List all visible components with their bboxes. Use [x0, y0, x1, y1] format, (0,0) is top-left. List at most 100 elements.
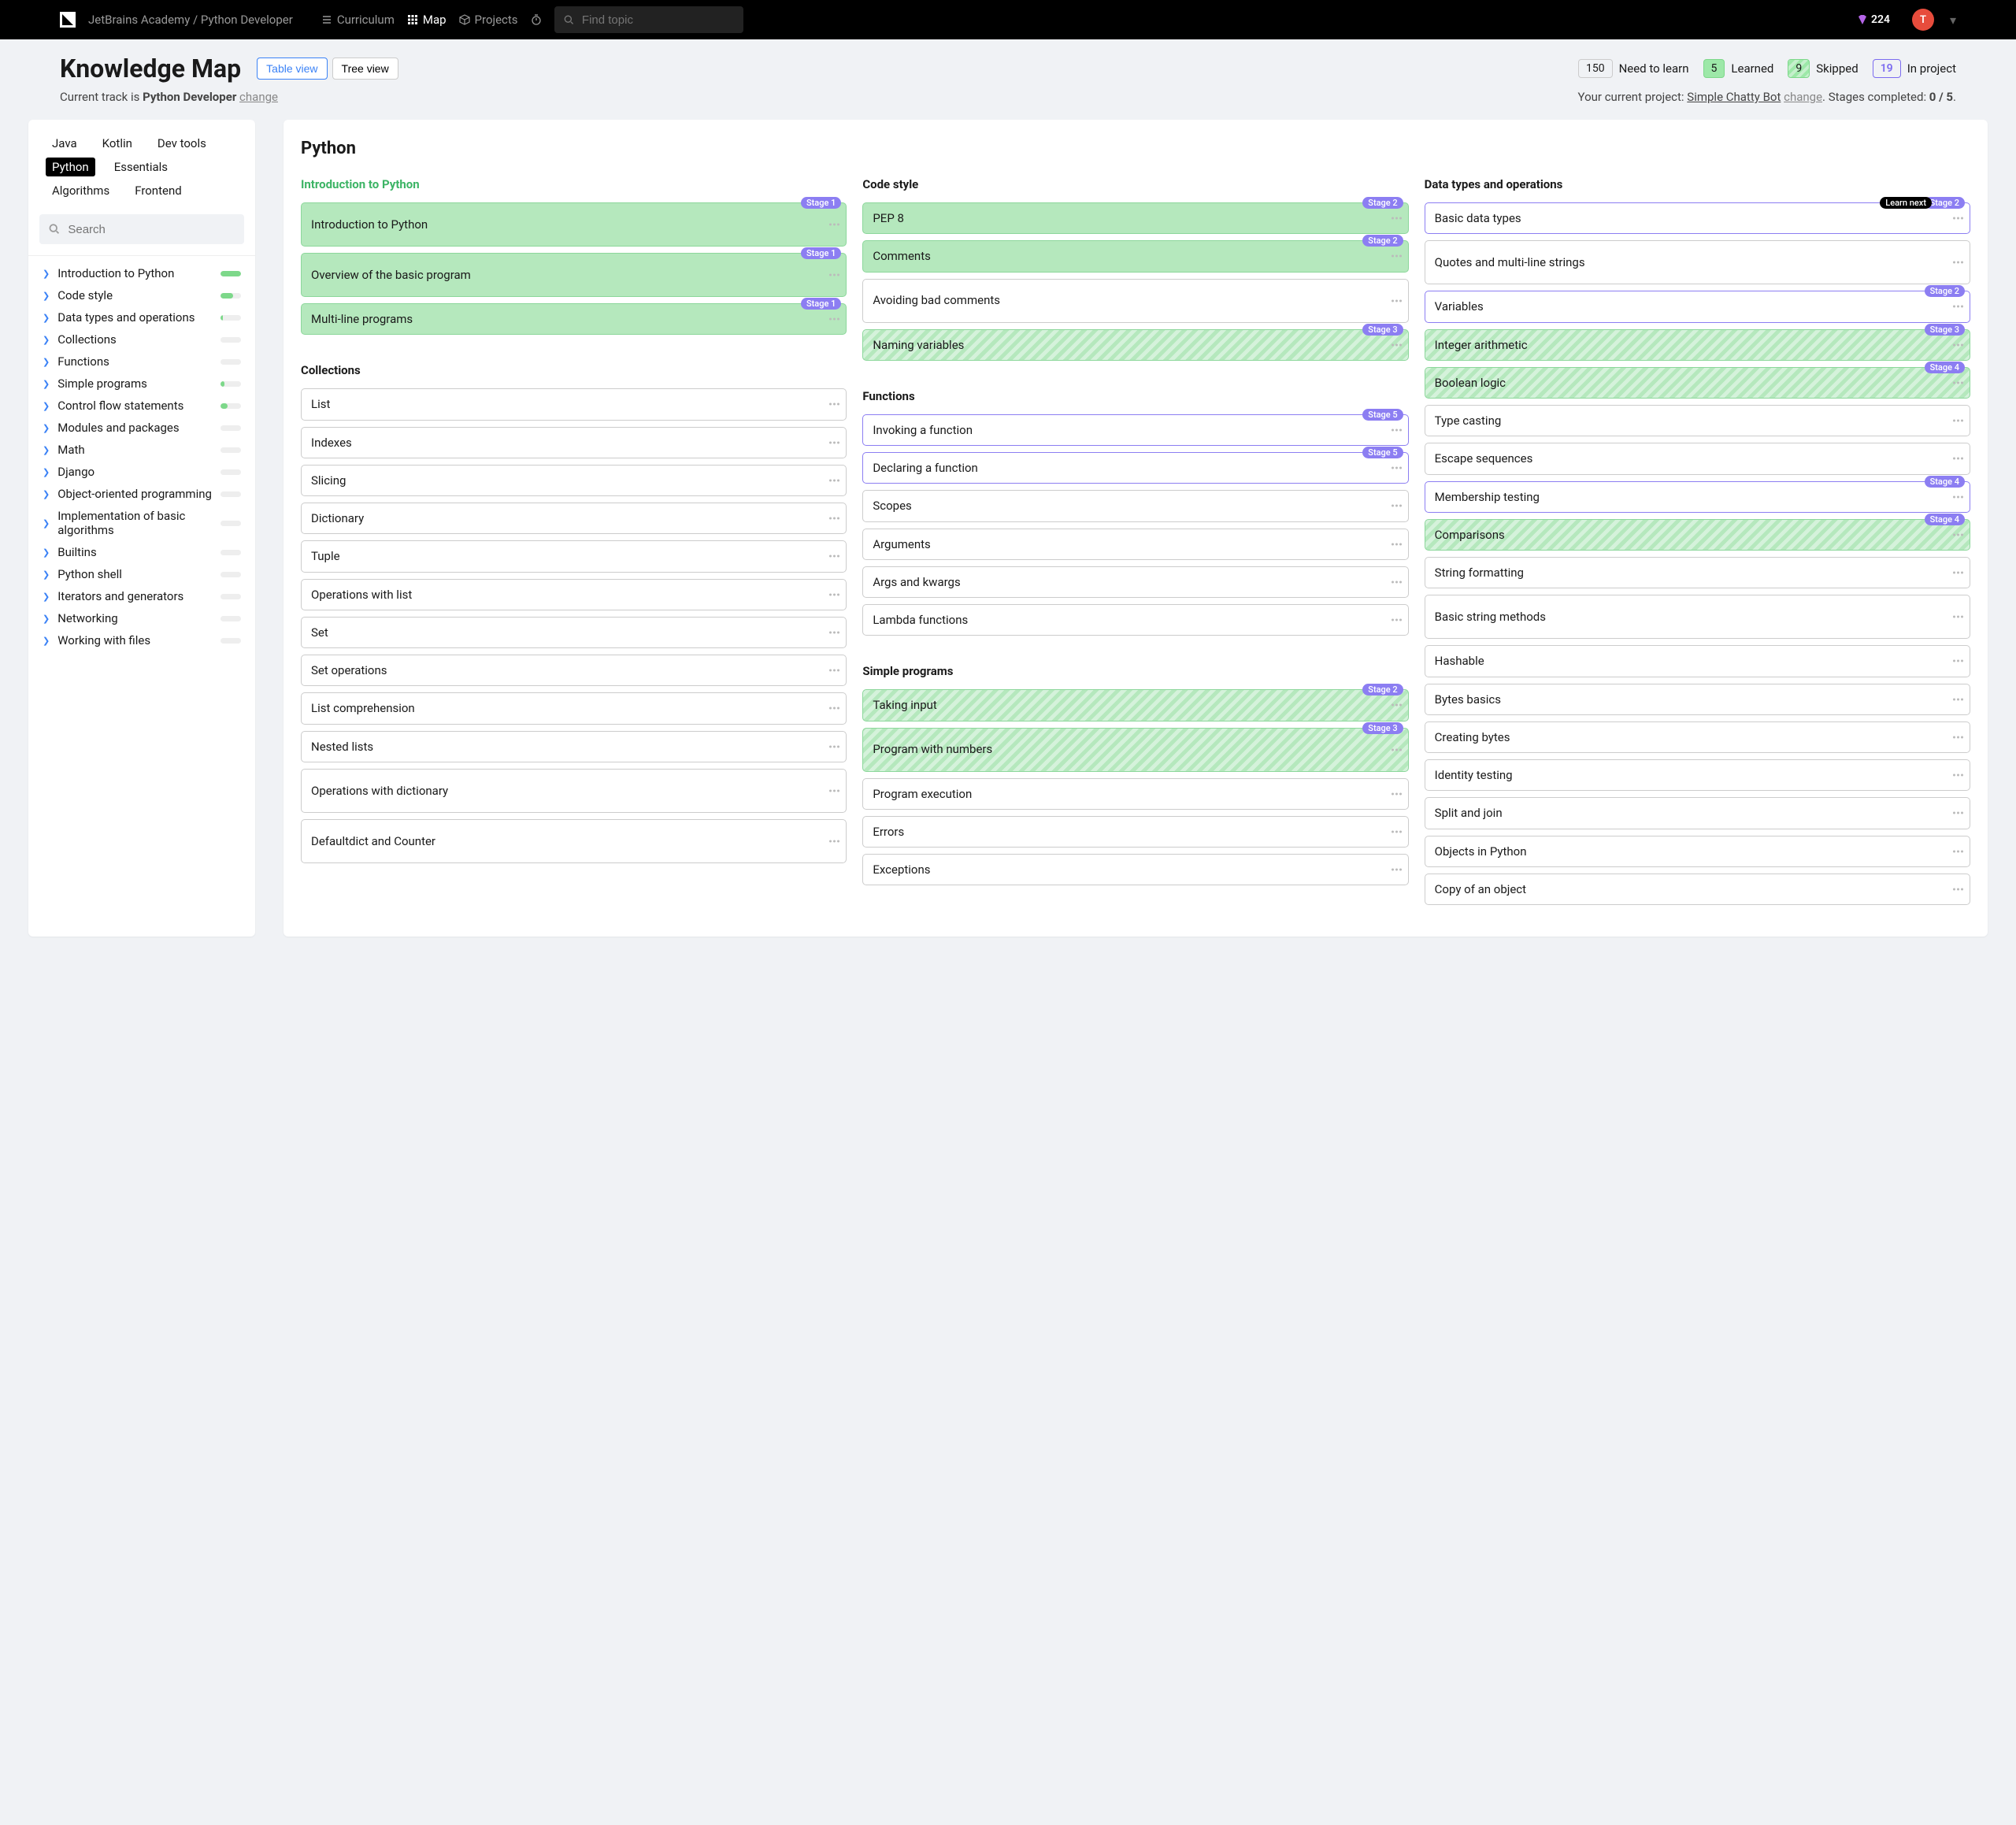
more-icon[interactable] [829, 707, 839, 710]
change-project-link[interactable]: change [1784, 90, 1822, 104]
topic-card[interactable]: PEP 8Stage 2 [862, 202, 1408, 234]
topic-card[interactable]: Type casting [1425, 405, 1970, 436]
more-icon[interactable] [1953, 616, 1963, 618]
topic-card[interactable]: Boolean logicStage 4 [1425, 367, 1970, 399]
nav-timer[interactable] [531, 14, 542, 25]
more-icon[interactable] [829, 555, 839, 558]
more-icon[interactable] [829, 517, 839, 520]
topic-card[interactable]: Scopes [862, 490, 1408, 521]
more-icon[interactable] [1953, 774, 1963, 777]
tab-kotlin[interactable]: Kotlin [96, 134, 139, 153]
search-input[interactable] [582, 13, 734, 27]
topic-card[interactable]: Hashable [1425, 645, 1970, 677]
topic-card[interactable]: Operations with list [301, 579, 847, 610]
more-icon[interactable] [829, 274, 839, 276]
topic-card[interactable]: Exceptions [862, 854, 1408, 885]
sidebar-item[interactable]: ❯Iterators and generators [28, 585, 255, 607]
topic-card[interactable]: String formatting [1425, 557, 1970, 588]
sidebar-item[interactable]: ❯Implementation of basic algorithms [28, 505, 255, 541]
sidebar-item[interactable]: ❯Code style [28, 284, 255, 306]
more-icon[interactable] [1953, 343, 1963, 346]
topic-card[interactable]: Nested lists [301, 731, 847, 762]
more-icon[interactable] [1392, 217, 1402, 220]
more-icon[interactable] [829, 403, 839, 406]
more-icon[interactable] [829, 479, 839, 481]
topic-card[interactable]: Integer arithmeticStage 3 [1425, 329, 1970, 361]
topic-card[interactable]: List [301, 388, 847, 420]
topic-card[interactable]: Multi-line programsStage 1 [301, 303, 847, 335]
more-icon[interactable] [1392, 619, 1402, 621]
more-icon[interactable] [1953, 660, 1963, 662]
topic-card[interactable]: Bytes basics [1425, 684, 1970, 715]
topic-card[interactable]: Creating bytes [1425, 721, 1970, 753]
topic-card[interactable]: Objects in Python [1425, 836, 1970, 867]
more-icon[interactable] [1953, 698, 1963, 700]
search-bar[interactable] [554, 6, 743, 33]
more-icon[interactable] [829, 224, 839, 226]
more-icon[interactable] [1392, 467, 1402, 469]
more-icon[interactable] [1392, 428, 1402, 431]
nav-curriculum[interactable]: Curriculum [321, 13, 395, 27]
tab-frontend[interactable]: Frontend [128, 181, 187, 200]
topic-card[interactable]: Defaultdict and Counter [301, 819, 847, 863]
topic-card[interactable]: Errors [862, 816, 1408, 848]
tab-algorithms[interactable]: Algorithms [46, 181, 116, 200]
more-icon[interactable] [1953, 850, 1963, 852]
sidebar-item[interactable]: ❯Networking [28, 607, 255, 629]
more-icon[interactable] [1953, 217, 1963, 220]
more-icon[interactable] [829, 840, 839, 842]
topic-card[interactable]: Set [301, 617, 847, 648]
topic-card[interactable]: Lambda functions [862, 604, 1408, 636]
topic-card[interactable]: Quotes and multi-line strings [1425, 240, 1970, 284]
more-icon[interactable] [1392, 255, 1402, 258]
topic-card[interactable]: Overview of the basic programStage 1 [301, 253, 847, 297]
topic-card[interactable]: Invoking a functionStage 5 [862, 414, 1408, 446]
more-icon[interactable] [1392, 543, 1402, 545]
tab-java[interactable]: Java [46, 134, 83, 153]
more-icon[interactable] [1953, 381, 1963, 384]
more-icon[interactable] [1953, 533, 1963, 536]
topic-card[interactable]: Arguments [862, 529, 1408, 560]
more-icon[interactable] [829, 318, 839, 321]
topic-card[interactable]: Basic string methods [1425, 595, 1970, 639]
breadcrumb[interactable]: JetBrains Academy / Python Developer [88, 13, 293, 27]
more-icon[interactable] [1392, 869, 1402, 871]
topic-card[interactable]: Avoiding bad comments [862, 279, 1408, 323]
topic-card[interactable]: CommentsStage 2 [862, 240, 1408, 272]
more-icon[interactable] [1392, 792, 1402, 795]
topic-card[interactable]: Introduction to PythonStage 1 [301, 202, 847, 247]
logo-icon[interactable] [60, 12, 76, 28]
sidebar-item[interactable]: ❯Simple programs [28, 373, 255, 395]
topic-card[interactable]: Naming variablesStage 3 [862, 329, 1408, 361]
more-icon[interactable] [1392, 343, 1402, 346]
more-icon[interactable] [1953, 888, 1963, 890]
sidebar-item[interactable]: ❯Builtins [28, 541, 255, 563]
more-icon[interactable] [1953, 306, 1963, 308]
topic-card[interactable]: Args and kwargs [862, 566, 1408, 598]
table-view-button[interactable]: Table view [257, 57, 327, 80]
more-icon[interactable] [829, 745, 839, 747]
change-track-link[interactable]: change [239, 90, 278, 104]
more-icon[interactable] [1392, 299, 1402, 302]
more-icon[interactable] [1392, 748, 1402, 751]
sidebar-item[interactable]: ❯Collections [28, 328, 255, 351]
more-icon[interactable] [1953, 420, 1963, 422]
more-icon[interactable] [1953, 262, 1963, 264]
tree-view-button[interactable]: Tree view [332, 57, 398, 80]
topic-card[interactable]: Tuple [301, 540, 847, 572]
topic-card[interactable]: Program with numbersStage 3 [862, 728, 1408, 772]
more-icon[interactable] [1392, 830, 1402, 833]
more-icon[interactable] [1953, 812, 1963, 814]
topic-card[interactable]: Escape sequences [1425, 443, 1970, 474]
sidebar-item[interactable]: ❯Control flow statements [28, 395, 255, 417]
more-icon[interactable] [829, 789, 839, 792]
topic-card[interactable]: Basic data typesStage 2Learn next [1425, 202, 1970, 234]
sidebar-item[interactable]: ❯Math [28, 439, 255, 461]
sidebar-item[interactable]: ❯Object-oriented programming [28, 483, 255, 505]
topic-card[interactable]: Identity testing [1425, 759, 1970, 791]
topic-card[interactable]: Slicing [301, 465, 847, 496]
tab-dev-tools[interactable]: Dev tools [151, 134, 213, 153]
more-icon[interactable] [1953, 736, 1963, 738]
topic-card[interactable]: Copy of an object [1425, 874, 1970, 905]
topic-card[interactable]: Membership testingStage 4 [1425, 481, 1970, 513]
